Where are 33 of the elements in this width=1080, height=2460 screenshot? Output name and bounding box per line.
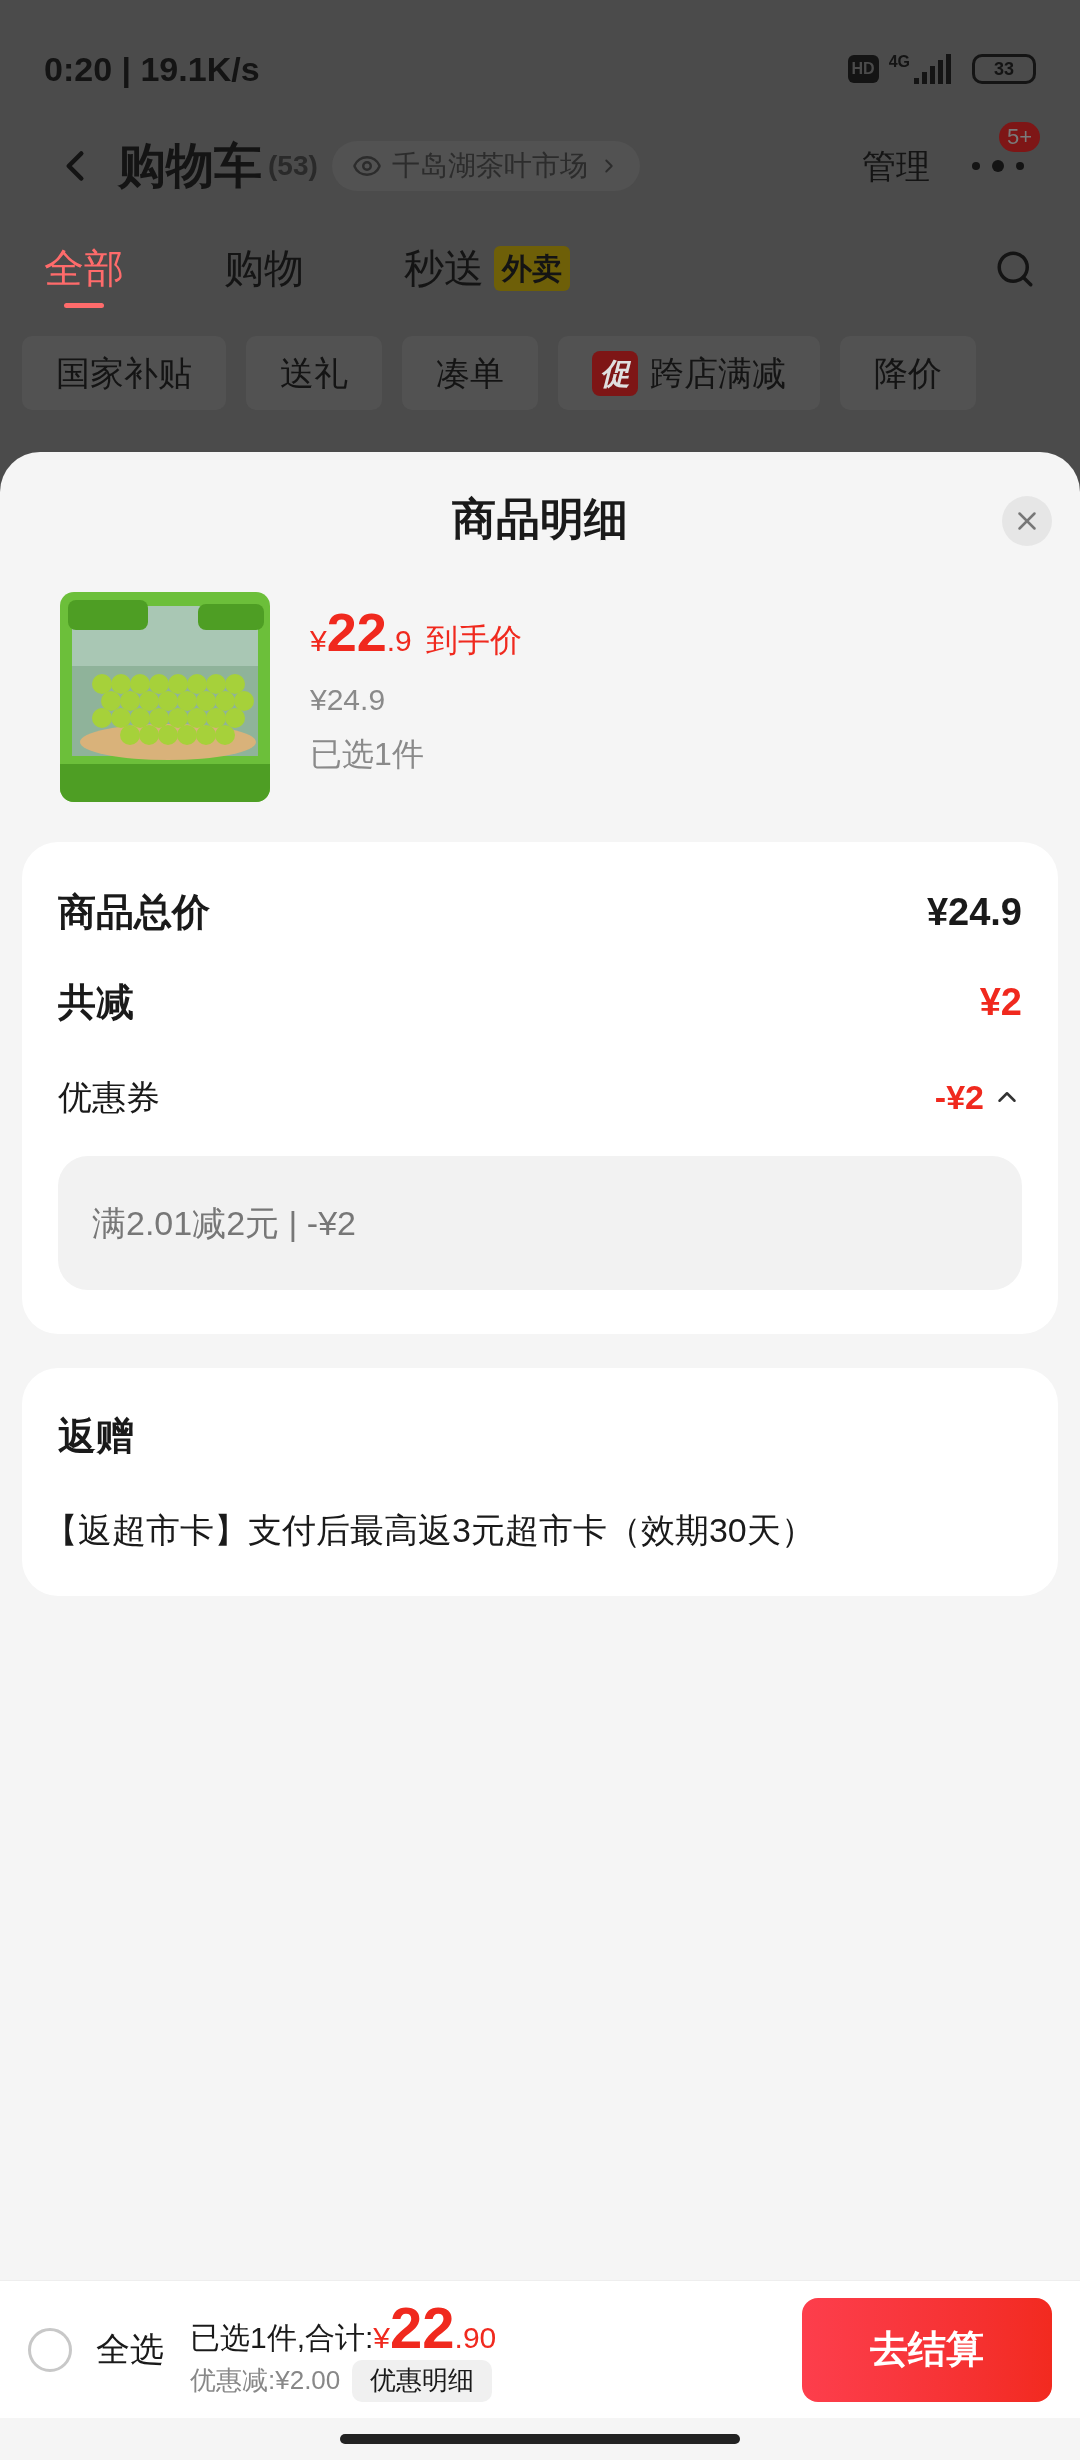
total-label: 商品总价 [58,889,210,935]
reduction-value: ¥2 [979,979,1022,1025]
delivery-tag: 外卖 [494,245,570,291]
total-summary: 已选1件,合计:¥22.90 [190,2297,497,2360]
sheet-title: 商品明细 [452,493,628,545]
filter-chip[interactable]: 国家补贴 [22,336,226,410]
filter-chip[interactable]: 降价 [840,336,976,410]
final-price: ¥22.9 到手价 [310,601,522,664]
checkout-button[interactable]: 去结算 [802,2297,1052,2402]
total-value: ¥24.9 [926,889,1022,935]
gift-title: 返赠 [58,1414,135,1459]
battery-indicator: 33 [972,54,1036,84]
close-button[interactable] [1002,496,1052,546]
coupon-value: -¥2 [934,1076,984,1118]
category-tab[interactable]: 全部 [44,238,124,308]
discount-total: 优惠减:¥2.00 [190,2364,341,2397]
gift-text: 【返超市卡】支付后最高返3元超市卡（效期30天） [44,1510,816,1551]
discount-detail-button[interactable]: 优惠明细 [352,2359,493,2402]
filter-chip[interactable]: 促 跨店满减 [558,336,820,410]
coupon-detail: 满2.01减2元 | -¥2 [58,1156,1022,1290]
filter-chip[interactable]: 送礼 [246,336,382,410]
status-time: 0:20 | 19.1K/s [44,48,260,90]
selected-count: 已选1件 [310,735,425,774]
signal-icon [914,54,954,84]
more-icon[interactable] [970,159,1026,173]
select-all-checkbox[interactable] [28,2327,72,2372]
notification-badge: 5+ [998,122,1040,152]
filter-chip[interactable]: 凑单 [402,336,538,410]
coupon-label: 优惠券 [58,1076,160,1118]
select-all-label[interactable]: 全选 [96,2324,164,2375]
promo-tag: 促 [592,350,638,396]
original-price: ¥24.9 [310,682,387,718]
reduction-label: 共减 [58,979,134,1025]
